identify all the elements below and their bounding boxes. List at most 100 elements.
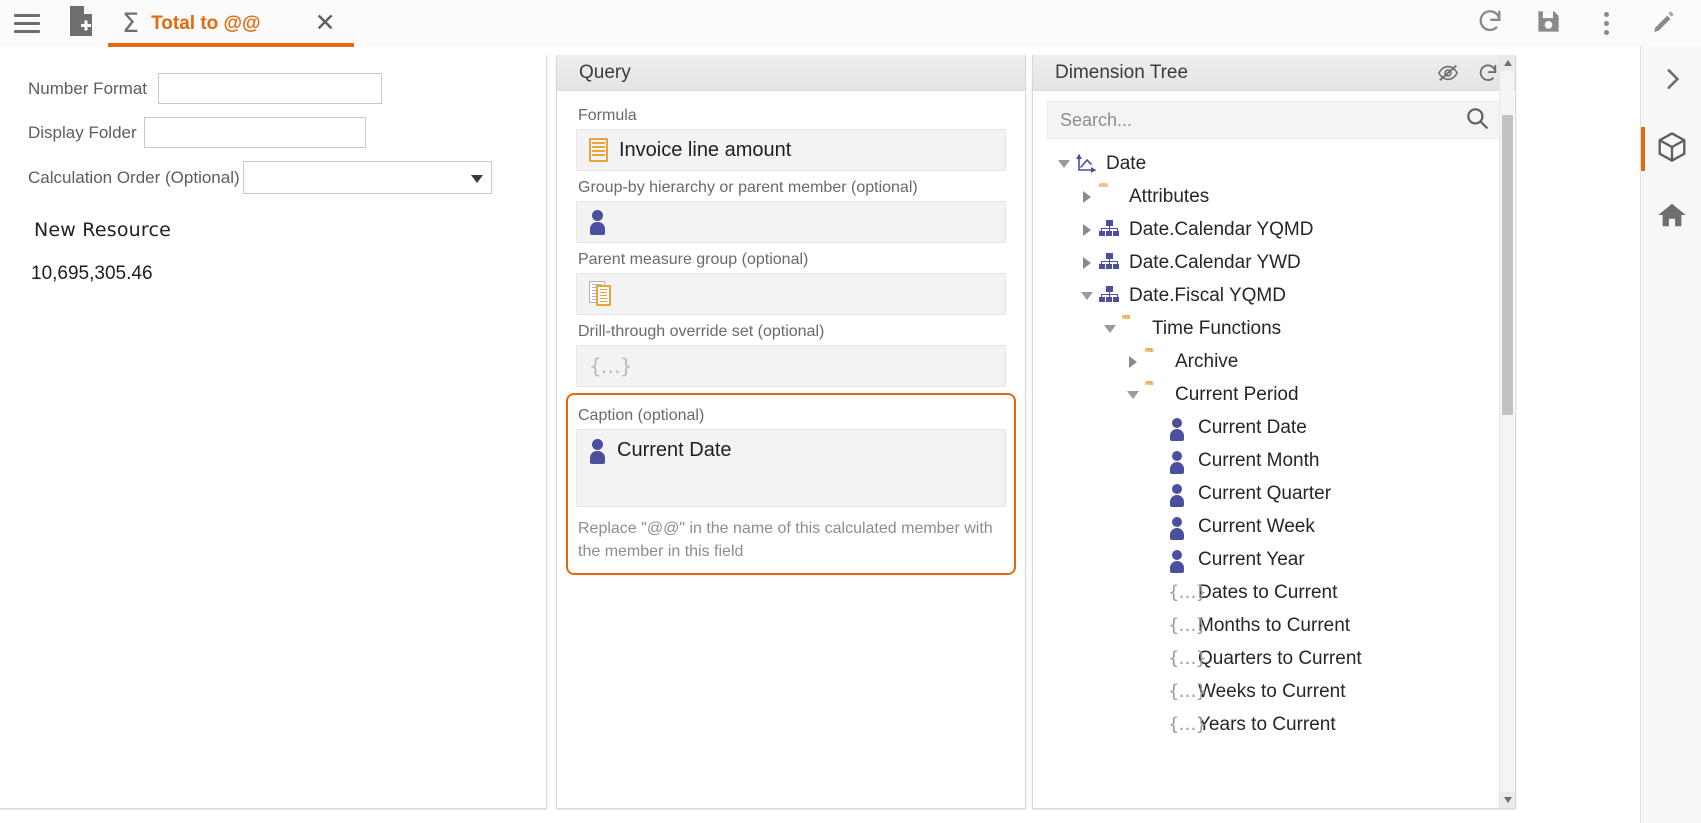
hierarchy-icon	[1098, 219, 1120, 241]
tree-item-years-to-current[interactable]: {…} Years to Current	[1033, 708, 1515, 741]
drillthrough-field: Drill-through override set (optional) {……	[576, 323, 1006, 387]
tree-item-date[interactable]: Date	[1033, 147, 1515, 180]
member-icon	[1167, 516, 1189, 540]
member-icon	[589, 209, 606, 235]
search-box[interactable]	[1047, 101, 1501, 139]
dimension-tree-title: Dimension Tree	[1055, 61, 1189, 83]
collapse-toggle-icon[interactable]	[1053, 159, 1075, 168]
new-document-button[interactable]	[54, 0, 108, 47]
refresh-icon[interactable]	[1477, 62, 1499, 84]
formula-value: Invoice line amount	[619, 138, 792, 161]
search-input[interactable]	[1060, 109, 1464, 131]
groupby-dropzone[interactable]	[576, 201, 1006, 243]
calculation-order-row: Calculation Order (Optional)	[0, 161, 546, 194]
scroll-down-arrow[interactable]	[1500, 792, 1515, 808]
caption-dropzone[interactable]: Current Date	[576, 429, 1006, 507]
eye-slash-icon[interactable]	[1437, 62, 1459, 84]
member-icon	[1167, 450, 1189, 474]
tree-item-date-calendar-yqmd[interactable]: Date.Calendar YQMD	[1033, 213, 1515, 246]
tree-item-current-quarter[interactable]: Current Quarter	[1033, 477, 1515, 510]
more-options-button[interactable]	[1577, 0, 1635, 47]
tree-item-label: Current Period	[1175, 383, 1299, 405]
query-form: Formula Invoice line amount Group-by hie…	[557, 91, 1025, 576]
function-folder-icon: f(x)	[1114, 315, 1132, 326]
tree-item-label: Current Week	[1198, 515, 1315, 537]
tree-item-label: Current Year	[1198, 548, 1305, 570]
model-cube-button[interactable]	[1641, 115, 1701, 183]
chevron-right-icon	[1659, 66, 1685, 97]
tree-item-label: Time Functions	[1152, 317, 1282, 339]
expand-toggle-icon[interactable]	[1076, 256, 1098, 269]
tab-total-to[interactable]: Σ Total to @@ ✕	[108, 0, 354, 47]
tree-item-label: Current Quarter	[1198, 482, 1332, 504]
set-icon: {…}	[589, 354, 632, 378]
tree-item-date-calendar-ywd[interactable]: Date.Calendar YWD	[1033, 246, 1515, 279]
dimension-tree-actions	[1437, 62, 1505, 84]
tree-item-current-month[interactable]: Current Month	[1033, 444, 1515, 477]
home-button[interactable]	[1641, 183, 1701, 251]
tree-item-label: Date.Calendar YQMD	[1129, 218, 1314, 240]
tree-item-current-year[interactable]: Current Year	[1033, 543, 1515, 576]
cube-model-icon	[1657, 131, 1687, 168]
measure-icon	[589, 138, 608, 162]
save-button[interactable]	[1519, 0, 1577, 47]
tree-item-current-period[interactable]: f(x) Current Period	[1033, 378, 1515, 411]
tree-item-current-date[interactable]: Current Date	[1033, 411, 1515, 444]
editor-stage: Number Format Display Folder Calculation…	[0, 47, 1516, 823]
dimension-tree-panel: Dimension Tree Search... Date Attributes…	[1032, 55, 1516, 809]
tree-item-label: Years to Current	[1198, 713, 1336, 735]
dimension-tree-list[interactable]: Date Attributes Date.Calendar YQMD Date.Cal…	[1033, 139, 1515, 787]
hamburger-menu-button[interactable]	[0, 0, 54, 47]
pencil-edit-icon	[1651, 8, 1677, 39]
number-format-input[interactable]	[158, 73, 382, 104]
expand-toggle-icon[interactable]	[1076, 190, 1098, 203]
groupby-label: Group-by hierarchy or parent member (opt…	[578, 179, 918, 196]
dimension-tree-search-row	[1033, 91, 1515, 139]
drillthrough-dropzone[interactable]: {…}	[576, 345, 1006, 387]
collapse-toggle-icon[interactable]	[1076, 291, 1098, 300]
close-icon[interactable]: ✕	[315, 11, 336, 36]
tree-item-weeks-to-current[interactable]: {…} Weeks to Current	[1033, 675, 1515, 708]
set-icon: {…}	[1168, 680, 1207, 702]
tree-item-label: Weeks to Current	[1198, 680, 1346, 702]
display-folder-input[interactable]	[144, 117, 366, 148]
tree-item-date-fiscal-yqmd[interactable]: Date.Fiscal YQMD	[1033, 279, 1515, 312]
tree-item-current-week[interactable]: Current Week	[1033, 510, 1515, 543]
tree-item-attributes[interactable]: Attributes	[1033, 180, 1515, 213]
edit-button[interactable]	[1635, 0, 1693, 47]
tree-item-time-functions[interactable]: f(x) Time Functions	[1033, 312, 1515, 345]
toolbar-actions	[1461, 0, 1701, 47]
refresh-button[interactable]	[1461, 0, 1519, 47]
tree-item-months-to-current[interactable]: {…} Months to Current	[1033, 609, 1515, 642]
home-icon	[1657, 201, 1687, 234]
dimension-tree-scrollbar[interactable]	[1499, 55, 1515, 808]
member-icon	[1167, 483, 1189, 507]
calculation-order-select[interactable]	[243, 161, 492, 194]
attributes-folder-icon	[1098, 186, 1120, 208]
number-format-label: Number Format	[28, 78, 148, 98]
calculation-order-label: Calculation Order (Optional)	[28, 167, 240, 187]
expand-panel-button[interactable]	[1641, 47, 1701, 115]
tree-item-label: Attributes	[1129, 185, 1210, 207]
parent-measure-group-dropzone[interactable]	[576, 273, 1006, 315]
query-panel-title: Query	[579, 61, 631, 83]
formula-dropzone[interactable]: Invoice line amount	[576, 129, 1006, 171]
properties-form: Number Format Display Folder Calculation…	[0, 55, 546, 285]
tree-item-label: Quarters to Current	[1198, 647, 1362, 669]
tree-item-dates-to-current[interactable]: {…} Dates to Current	[1033, 576, 1515, 609]
calculation-order-value[interactable]	[243, 161, 492, 194]
drillthrough-label: Drill-through override set (optional)	[578, 323, 825, 340]
refresh-icon	[1476, 7, 1504, 40]
function-folder-icon: f(x)	[1137, 348, 1155, 359]
tree-item-archive[interactable]: f(x) Archive	[1033, 345, 1515, 378]
tree-item-label: Months to Current	[1198, 614, 1351, 636]
expand-toggle-icon[interactable]	[1076, 223, 1098, 236]
tree-item-quarters-to-current[interactable]: {…} Quarters to Current	[1033, 642, 1515, 675]
properties-panel: Number Format Display Folder Calculation…	[0, 55, 547, 809]
dimension-axes-icon	[1075, 153, 1097, 175]
number-format-row: Number Format	[0, 73, 546, 104]
search-icon[interactable]	[1464, 105, 1490, 136]
scroll-up-arrow[interactable]	[1500, 55, 1515, 71]
hierarchy-icon	[1098, 252, 1120, 274]
scroll-thumb[interactable]	[1502, 115, 1513, 415]
